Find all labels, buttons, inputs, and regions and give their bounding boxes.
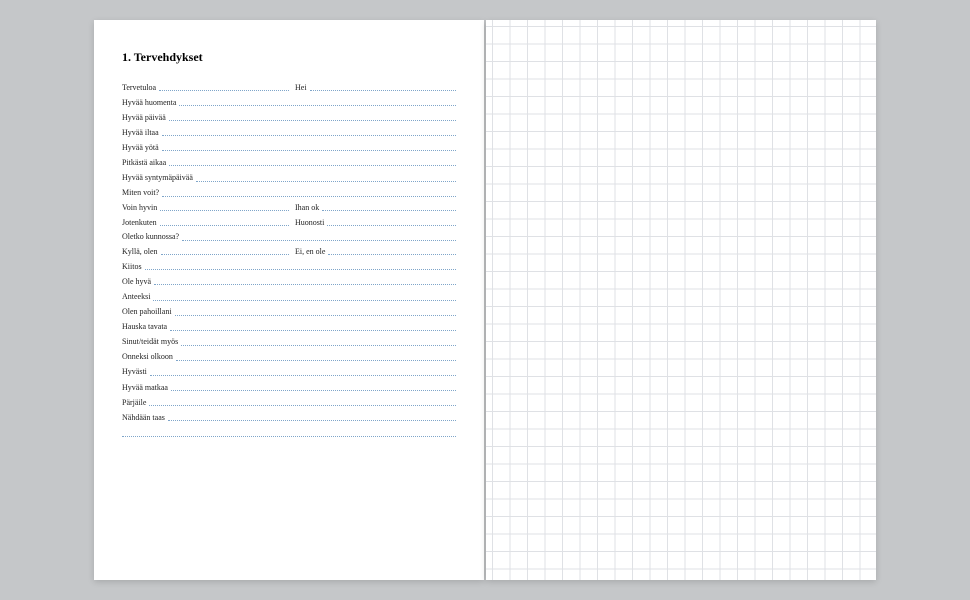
dotted-line bbox=[160, 210, 289, 211]
dotted-line bbox=[171, 390, 456, 391]
entry-label: Hyvää syntymäpäivää bbox=[122, 173, 196, 183]
entry-label: Pärjäile bbox=[122, 398, 149, 408]
entry-row: Hyvää iltaa bbox=[122, 128, 456, 138]
entry-label: Ole hyvä bbox=[122, 277, 154, 287]
entry-label: Tervetuloa bbox=[122, 83, 159, 92]
entry-row-pair: Jotenkuten Huonosti bbox=[122, 218, 456, 227]
dotted-line bbox=[145, 269, 456, 270]
entry-row-pair: Tervetuloa Hei bbox=[122, 83, 456, 92]
entry-col: Hei bbox=[289, 83, 456, 92]
dotted-line bbox=[322, 210, 456, 211]
dotted-line bbox=[179, 105, 456, 106]
entry-row: Hyvästi bbox=[122, 367, 456, 377]
dotted-line bbox=[182, 240, 456, 241]
entry-label: Oletko kunnossa? bbox=[122, 232, 182, 242]
entry-label: Ei, en ole bbox=[289, 247, 328, 256]
dotted-line bbox=[328, 254, 456, 255]
dotted-line bbox=[169, 120, 456, 121]
entry-col: Ihan ok bbox=[289, 203, 456, 212]
entry-label: Hyvää yötä bbox=[122, 143, 162, 153]
entry-row-pair: Kyllä, olen Ei, en ole bbox=[122, 247, 456, 256]
dotted-line bbox=[181, 345, 456, 346]
entry-row: Sinut/teidät myös bbox=[122, 337, 456, 347]
dotted-line bbox=[176, 360, 456, 361]
dotted-line bbox=[160, 225, 289, 226]
entry-label: Olen pahoillani bbox=[122, 307, 175, 317]
dotted-line bbox=[168, 420, 456, 421]
notebook-spread: 1. Tervehdykset Tervetuloa Hei Hyvää huome… bbox=[94, 20, 876, 580]
right-page-grid bbox=[486, 20, 876, 580]
entry-label: Onneksi olkoon bbox=[122, 352, 176, 362]
entry-row: Hyvää huomenta bbox=[122, 98, 456, 108]
entry-label: Ihan ok bbox=[289, 203, 322, 212]
entry-row: Hyvää yötä bbox=[122, 143, 456, 153]
entry-row: Hyvää syntymäpäivää bbox=[122, 173, 456, 183]
entry-label: Anteeksi bbox=[122, 292, 153, 302]
entry-label: Miten voit? bbox=[122, 188, 162, 198]
entry-col: Huonosti bbox=[289, 218, 456, 227]
entry-row: Hauska tavata bbox=[122, 322, 456, 332]
page-title: 1. Tervehdykset bbox=[122, 50, 456, 65]
dotted-line bbox=[154, 284, 456, 285]
entry-col: Jotenkuten bbox=[122, 218, 289, 227]
entry-label: Hei bbox=[289, 83, 310, 92]
entry-col: Kyllä, olen bbox=[122, 247, 289, 256]
entry-row: Oletko kunnossa? bbox=[122, 232, 456, 242]
entry-label: Sinut/teidät myös bbox=[122, 337, 181, 347]
left-page: 1. Tervehdykset Tervetuloa Hei Hyvää huome… bbox=[94, 20, 484, 580]
dotted-line bbox=[170, 330, 456, 331]
dotted-line bbox=[150, 375, 456, 376]
entry-label: Hauska tavata bbox=[122, 322, 170, 332]
entry-label: Hyvästi bbox=[122, 367, 150, 377]
dotted-line bbox=[169, 165, 456, 166]
dotted-line bbox=[161, 254, 289, 255]
entry-row: Olen pahoillani bbox=[122, 307, 456, 317]
entry-row: Kiitos bbox=[122, 262, 456, 272]
entry-label: Kyllä, olen bbox=[122, 247, 161, 256]
entry-label: Hyvää matkaa bbox=[122, 383, 171, 393]
blank-line bbox=[122, 428, 456, 437]
dotted-line bbox=[153, 300, 456, 301]
dotted-line bbox=[310, 90, 456, 91]
entry-row: Onneksi olkoon bbox=[122, 352, 456, 362]
dotted-line bbox=[175, 315, 456, 316]
entry-row: Ole hyvä bbox=[122, 277, 456, 287]
entry-label: Hyvää päivää bbox=[122, 113, 169, 123]
entry-label: Nähdään taas bbox=[122, 413, 168, 423]
entry-col: Voin hyvin bbox=[122, 203, 289, 212]
entry-label: Voin hyvin bbox=[122, 203, 160, 212]
entry-label: Jotenkuten bbox=[122, 218, 160, 227]
dotted-line bbox=[149, 405, 456, 406]
entry-col: Ei, en ole bbox=[289, 247, 456, 256]
entry-label: Pitkästä aikaa bbox=[122, 158, 169, 168]
dotted-line bbox=[162, 196, 456, 197]
entry-label: Kiitos bbox=[122, 262, 145, 272]
entry-row: Pitkästä aikaa bbox=[122, 158, 456, 168]
entry-row: Miten voit? bbox=[122, 188, 456, 198]
entry-row: Hyvää matkaa bbox=[122, 383, 456, 393]
entry-label: Hyvää huomenta bbox=[122, 98, 179, 108]
entry-label: Hyvää iltaa bbox=[122, 128, 162, 138]
entries-list: Tervetuloa Hei Hyvää huomenta Hyvää päivää H… bbox=[122, 83, 456, 437]
entry-row: Hyvää päivää bbox=[122, 113, 456, 123]
entry-row: Nähdään taas bbox=[122, 413, 456, 423]
dotted-line bbox=[162, 135, 456, 136]
entry-row: Pärjäile bbox=[122, 398, 456, 408]
entry-col: Tervetuloa bbox=[122, 83, 289, 92]
dotted-line bbox=[196, 181, 456, 182]
dotted-line bbox=[162, 150, 456, 151]
dotted-line bbox=[159, 90, 289, 91]
entry-label: Huonosti bbox=[289, 218, 327, 227]
entry-row-pair: Voin hyvin Ihan ok bbox=[122, 203, 456, 212]
entry-row: Anteeksi bbox=[122, 292, 456, 302]
dotted-line bbox=[327, 225, 456, 226]
